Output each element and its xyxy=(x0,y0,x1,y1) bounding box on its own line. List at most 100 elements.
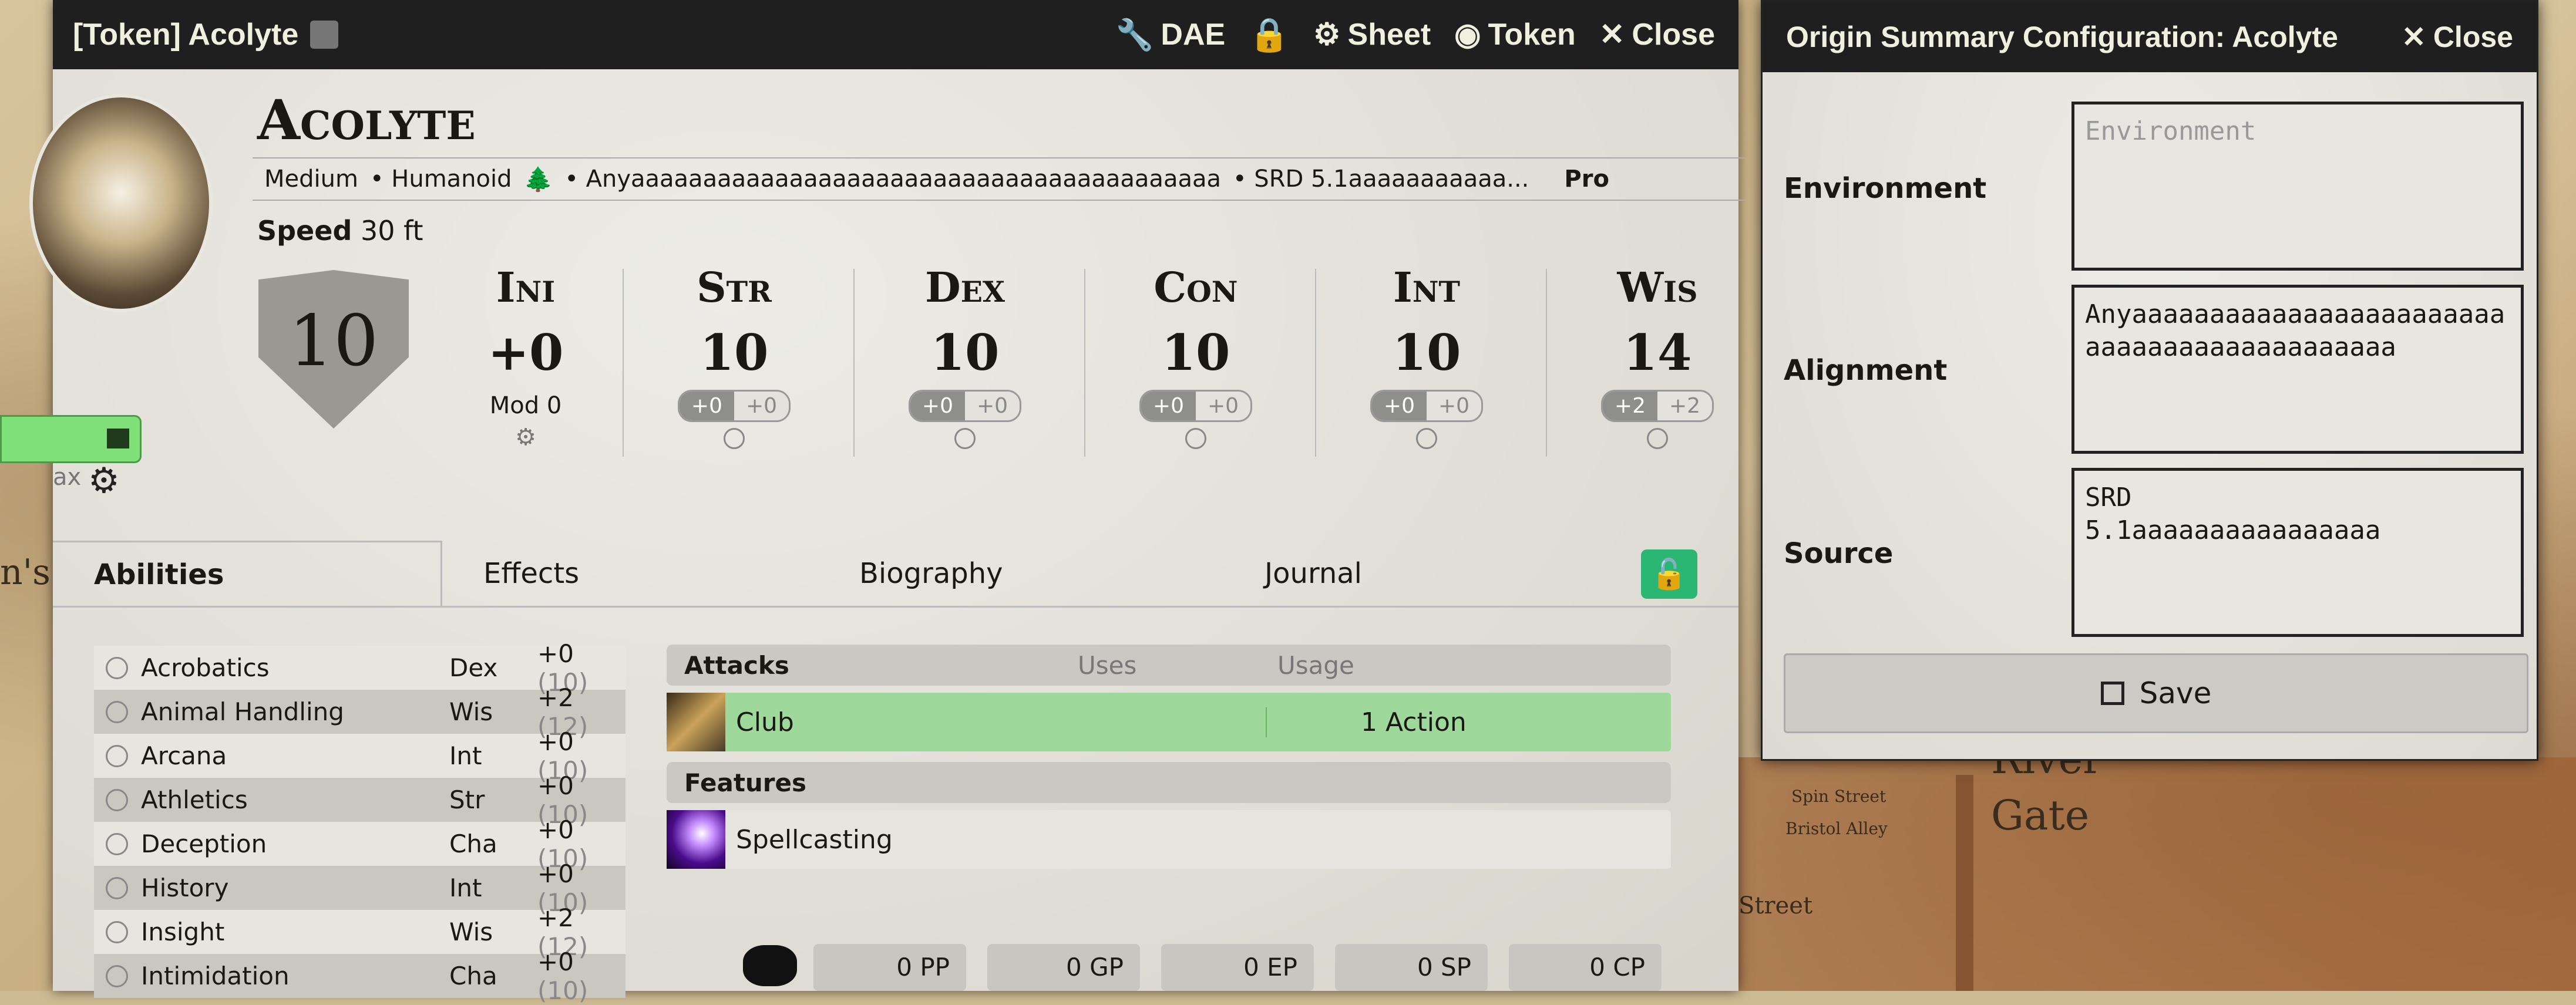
save-proficiency-toggle[interactable] xyxy=(724,428,745,449)
sheet-header[interactable]: [Token] Acolyte 🔧 DAE 🔒 ⚙ Sheet ◉ Token … xyxy=(53,0,1738,69)
proficiency-toggle[interactable] xyxy=(106,744,128,767)
hp-bar[interactable] xyxy=(0,415,142,463)
proficiency-toggle[interactable] xyxy=(106,700,128,723)
skill-name[interactable]: Arcana xyxy=(141,741,449,770)
attack-item-club[interactable]: Club 1 Action xyxy=(667,693,1671,751)
list-item[interactable]: Intimidation Cha +0 (10) xyxy=(94,947,625,1005)
skill-ability[interactable]: Wis xyxy=(449,697,537,726)
source-field[interactable]: SRD 5.1aaaaaaaaaaaaaaaa xyxy=(2071,468,2524,637)
proficiency-toggle[interactable] xyxy=(106,832,128,855)
map-label-spin-street: Spin Street xyxy=(1791,787,1886,806)
skill-ability[interactable]: Cha xyxy=(449,829,537,858)
ability-label[interactable]: Wis xyxy=(1569,263,1746,312)
ability-score[interactable]: 10 xyxy=(1108,323,1284,382)
club-icon[interactable] xyxy=(667,693,725,751)
meta-size[interactable]: Medium xyxy=(264,166,358,193)
proficiency-toggle[interactable] xyxy=(106,876,128,899)
ability-label[interactable]: Con xyxy=(1108,263,1284,312)
usage-column-label: Usage xyxy=(1277,650,1354,680)
close-button[interactable]: ✕ Close xyxy=(1599,17,1715,52)
ability-score[interactable]: 10 xyxy=(1339,323,1515,382)
spellcasting-icon[interactable] xyxy=(667,810,725,869)
save-button[interactable]: Save xyxy=(1784,653,2528,733)
meta-extra[interactable]: Pro xyxy=(1564,166,1609,193)
item-name[interactable]: Club xyxy=(736,707,794,737)
proficiency-toggle[interactable] xyxy=(106,964,128,987)
currency-cp[interactable]: 0 CP xyxy=(1509,944,1662,991)
skill-name[interactable]: Acrobatics xyxy=(141,653,449,682)
ability-dex: Dex 10 +0 +0 xyxy=(853,263,1053,457)
feature-item-spellcasting[interactable]: Spellcasting xyxy=(667,810,1671,869)
ability-score[interactable]: 10 xyxy=(646,323,822,382)
environment-label: Environment xyxy=(1784,172,1987,205)
close-label: Close xyxy=(2433,21,2513,53)
skill-ability[interactable]: Int xyxy=(449,741,537,770)
currency-gp[interactable]: 0 GP xyxy=(987,944,1140,991)
skill-name[interactable]: Animal Handling xyxy=(141,697,449,726)
edit-lock-icon[interactable]: 🔓 xyxy=(1641,549,1697,599)
ability-con: Con 10 +0 +0 xyxy=(1084,263,1284,457)
meta-alignment[interactable]: • Anyaaaaaaaaaaaaaaaaaaaaaaaaaaaaaaaaaaa… xyxy=(564,166,1221,193)
alignment-field[interactable]: Anyaaaaaaaaaaaaaaaaaaaaaaaaaaaaaaaaaaaaa… xyxy=(2071,285,2524,454)
initiative-mod-value[interactable]: 0 xyxy=(547,392,561,419)
hp-gear-icon[interactable]: ⚙ xyxy=(88,460,120,501)
sheet-config-button[interactable]: ⚙ Sheet xyxy=(1313,17,1431,52)
skill-ability[interactable]: Wis xyxy=(449,918,537,946)
meta-source[interactable]: • SRD 5.1aaaaaaaaaaa... xyxy=(1233,166,1529,193)
document-id-icon[interactable] xyxy=(310,21,339,49)
skill-name[interactable]: Intimidation xyxy=(141,962,449,990)
actor-portrait[interactable] xyxy=(29,94,213,312)
grid-icon[interactable] xyxy=(107,429,129,448)
currency-pp[interactable]: 0 PP xyxy=(813,944,966,991)
close-icon: ✕ xyxy=(1599,18,1625,52)
dialog-close-button[interactable]: ✕ Close xyxy=(2402,20,2513,54)
tab-biography[interactable]: Biography xyxy=(818,541,1223,606)
currency-ep[interactable]: 0 EP xyxy=(1161,944,1314,991)
tab-effects[interactable]: Effects xyxy=(442,541,818,606)
skill-ability[interactable]: Cha xyxy=(449,962,537,990)
skill-ability[interactable]: Int xyxy=(449,874,537,902)
tab-abilities[interactable]: Abilities xyxy=(53,540,442,607)
speed-row[interactable]: Speed 30 ft xyxy=(257,215,423,247)
ability-mod-pill[interactable]: +0 +0 xyxy=(1139,390,1253,422)
ability-score[interactable]: 14 xyxy=(1569,323,1746,382)
speed-label: Speed xyxy=(257,215,352,247)
dae-label: DAE xyxy=(1161,18,1226,52)
lock-icon[interactable]: 🔒 xyxy=(1249,15,1290,54)
ability-mod-pill[interactable]: +2 +2 xyxy=(1600,390,1714,422)
proficiency-toggle[interactable] xyxy=(106,656,128,679)
gear-icon: ⚙ xyxy=(1313,18,1341,52)
skill-name[interactable]: Insight xyxy=(141,918,449,946)
skill-ability[interactable]: Dex xyxy=(449,653,537,682)
dialog-header[interactable]: Origin Summary Configuration: Acolyte ✕ … xyxy=(1763,2,2537,72)
save-proficiency-toggle[interactable] xyxy=(954,428,976,449)
save-proficiency-toggle[interactable] xyxy=(1185,428,1206,449)
tab-journal[interactable]: Journal xyxy=(1223,541,1403,606)
token-config-button[interactable]: ◉ Token xyxy=(1454,17,1576,52)
meta-type[interactable]: • Humanoid xyxy=(370,166,512,193)
ability-label[interactable]: Int xyxy=(1339,263,1515,312)
initiative-label[interactable]: Ini xyxy=(458,263,593,312)
skill-name[interactable]: History xyxy=(141,874,449,902)
ability-mod-pill[interactable]: +0 +0 xyxy=(1370,390,1484,422)
ability-mod-pill[interactable]: +0 +0 xyxy=(908,390,1022,422)
skill-name[interactable]: Athletics xyxy=(141,785,449,814)
proficiency-toggle[interactable] xyxy=(106,788,128,811)
save-proficiency-toggle[interactable] xyxy=(1416,428,1437,449)
item-usage[interactable]: 1 Action xyxy=(1266,707,1467,737)
initiative-gear-icon[interactable]: ⚙ xyxy=(458,424,593,451)
save-proficiency-toggle[interactable] xyxy=(1647,428,1668,449)
environment-field[interactable]: Environment xyxy=(2071,102,2524,271)
ability-label[interactable]: Str xyxy=(646,263,822,312)
ability-mod-pill[interactable]: +0 +0 xyxy=(677,390,791,422)
ability-score[interactable]: 10 xyxy=(877,323,1053,382)
dae-button[interactable]: 🔧 DAE xyxy=(1116,17,1226,53)
proficiency-toggle[interactable] xyxy=(106,920,128,943)
currency-sp[interactable]: 0 SP xyxy=(1335,944,1488,991)
actor-name[interactable]: Acolyte xyxy=(257,88,476,153)
features-header-label: Features xyxy=(684,768,806,797)
item-name[interactable]: Spellcasting xyxy=(736,825,893,855)
skill-name[interactable]: Deception xyxy=(141,829,449,858)
ability-label[interactable]: Dex xyxy=(877,263,1053,312)
skill-ability[interactable]: Str xyxy=(449,785,537,814)
